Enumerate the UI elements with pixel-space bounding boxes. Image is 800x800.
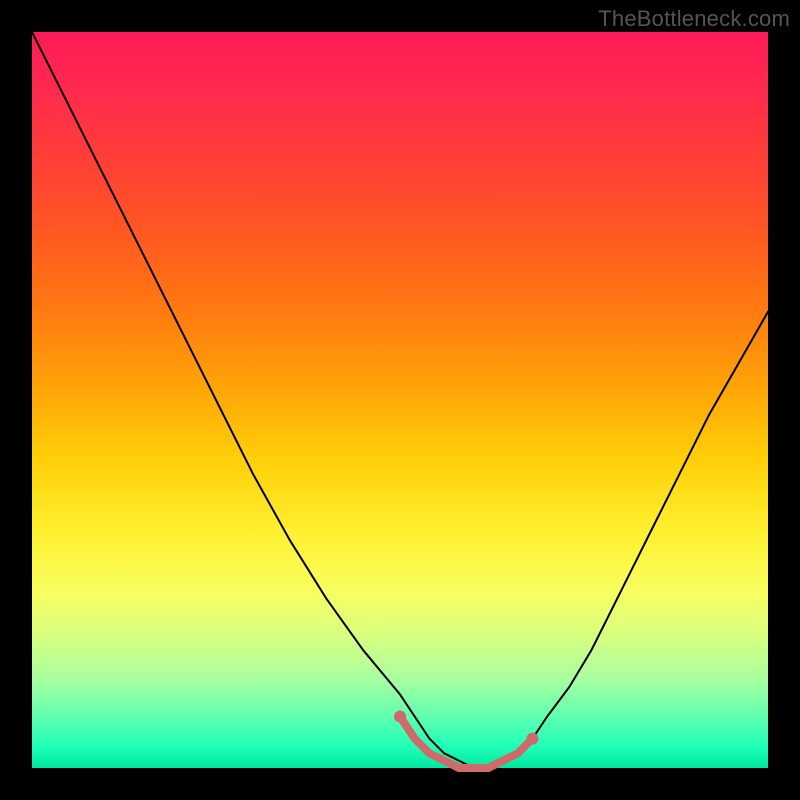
series-right-branch (488, 312, 768, 768)
series-group (32, 32, 768, 768)
watermark-text: TheBottleneck.com (598, 6, 790, 32)
chart-svg (32, 32, 768, 768)
plot-area (32, 32, 768, 768)
chart-frame: TheBottleneck.com (0, 0, 800, 800)
marker-right-dot (527, 733, 539, 745)
marker-left-dot (394, 711, 406, 723)
series-left-branch (32, 32, 488, 768)
